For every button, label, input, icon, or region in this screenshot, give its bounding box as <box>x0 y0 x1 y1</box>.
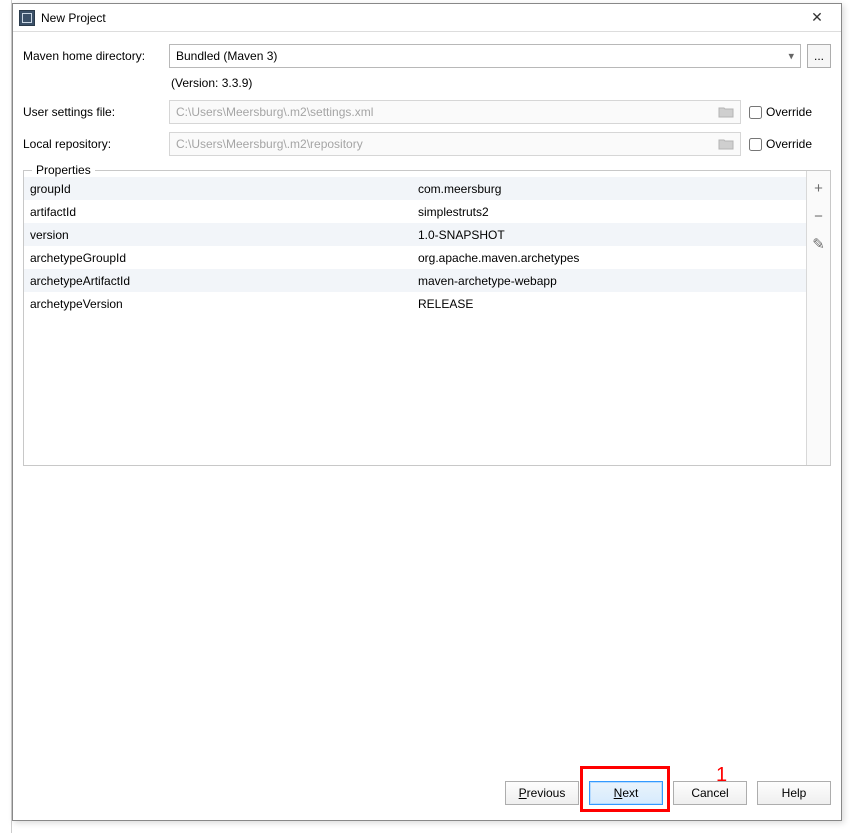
new-project-dialog: New Project ✕ Maven home directory: Bund… <box>12 3 842 821</box>
chevron-down-icon: ▾ <box>788 50 794 63</box>
annotation-number: 1 <box>716 764 727 787</box>
property-key: archetypeArtifactId <box>30 274 418 288</box>
folder-icon <box>718 138 734 150</box>
window-title: New Project <box>41 11 106 25</box>
local-repo-row: Local repository: C:\Users\Meersburg\.m2… <box>23 132 831 156</box>
user-settings-label: User settings file: <box>23 105 169 119</box>
maven-home-label: Maven home directory: <box>23 49 169 63</box>
folder-icon <box>718 106 734 118</box>
property-value: com.meersburg <box>418 182 800 196</box>
close-icon: ✕ <box>811 9 823 26</box>
property-key: artifactId <box>30 205 418 219</box>
maven-home-row: Maven home directory: Bundled (Maven 3) … <box>23 44 831 68</box>
dialog-content: Maven home directory: Bundled (Maven 3) … <box>13 32 841 776</box>
background-left-gutter <box>0 0 12 833</box>
titlebar: New Project ✕ <box>13 4 841 32</box>
next-button[interactable]: Next <box>589 781 663 805</box>
maven-home-selected: Bundled (Maven 3) <box>176 49 277 63</box>
user-settings-field: C:\Users\Meersburg\.m2\settings.xml <box>169 100 741 124</box>
maven-version-text: (Version: 3.3.9) <box>171 76 831 90</box>
close-button[interactable]: ✕ <box>797 6 837 30</box>
property-value: RELEASE <box>418 297 800 311</box>
user-settings-override-checkbox[interactable] <box>749 106 762 119</box>
maven-home-dropdown[interactable]: Bundled (Maven 3) ▾ <box>169 44 801 68</box>
previous-button[interactable]: Previous <box>505 781 579 805</box>
add-property-button[interactable]: + <box>810 179 828 197</box>
property-row[interactable]: archetypeGroupIdorg.apache.maven.archety… <box>24 246 806 269</box>
property-row[interactable]: version1.0-SNAPSHOT <box>24 223 806 246</box>
override-label: Override <box>766 137 812 151</box>
properties-toolbar: + − ✎ <box>806 171 830 465</box>
user-settings-row: User settings file: C:\Users\Meersburg\.… <box>23 100 831 124</box>
property-value: simplestruts2 <box>418 205 800 219</box>
plus-icon: + <box>814 180 823 197</box>
maven-home-browse-button[interactable]: ... <box>807 44 831 68</box>
property-row[interactable]: artifactIdsimplestruts2 <box>24 200 806 223</box>
property-row[interactable]: archetypeVersionRELEASE <box>24 292 806 315</box>
property-value: org.apache.maven.archetypes <box>418 251 800 265</box>
local-repo-override-checkbox[interactable] <box>749 138 762 151</box>
property-key: groupId <box>30 182 418 196</box>
property-value: maven-archetype-webapp <box>418 274 800 288</box>
local-repo-override[interactable]: Override <box>749 137 831 151</box>
local-repo-field: C:\Users\Meersburg\.m2\repository <box>169 132 741 156</box>
property-key: archetypeVersion <box>30 297 418 311</box>
property-key: archetypeGroupId <box>30 251 418 265</box>
cancel-button[interactable]: Cancel <box>673 781 747 805</box>
user-settings-value: C:\Users\Meersburg\.m2\settings.xml <box>176 105 373 119</box>
property-key: version <box>30 228 418 242</box>
app-icon <box>19 10 35 26</box>
user-settings-override[interactable]: Override <box>749 105 831 119</box>
override-label: Override <box>766 105 812 119</box>
minus-icon: − <box>814 208 823 225</box>
property-row[interactable]: archetypeArtifactIdmaven-archetype-webap… <box>24 269 806 292</box>
remove-property-button[interactable]: − <box>810 207 828 225</box>
local-repo-value: C:\Users\Meersburg\.m2\repository <box>176 137 363 151</box>
browse-label: ... <box>814 49 824 63</box>
help-button[interactable]: Help <box>757 781 831 805</box>
edit-property-button[interactable]: ✎ <box>810 235 828 253</box>
properties-table[interactable]: groupIdcom.meersburgartifactIdsimplestru… <box>24 171 806 465</box>
local-repo-label: Local repository: <box>23 137 169 151</box>
properties-legend: Properties <box>32 163 95 177</box>
property-row[interactable]: groupIdcom.meersburg <box>24 177 806 200</box>
edit-icon: ✎ <box>812 235 825 253</box>
property-value: 1.0-SNAPSHOT <box>418 228 800 242</box>
properties-group: Properties groupIdcom.meersburgartifactI… <box>23 170 831 466</box>
